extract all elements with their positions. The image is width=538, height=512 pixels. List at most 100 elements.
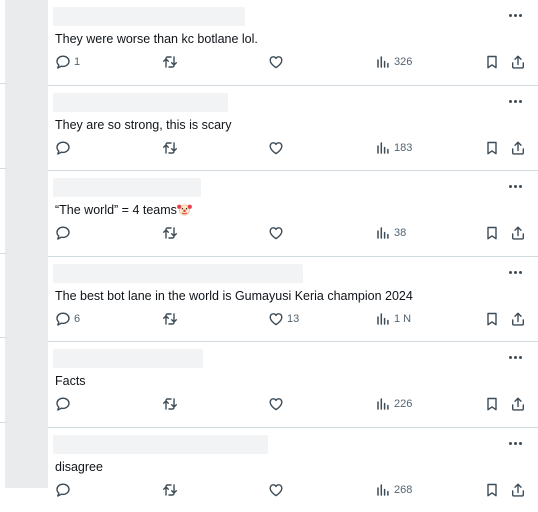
retweet-button[interactable] [162,224,181,242]
reply-icon [55,482,71,498]
left-column-strip [5,0,48,488]
share-button[interactable] [510,224,526,242]
views-button[interactable]: 183 [375,139,412,157]
left-divider [0,168,6,169]
reply-text-content: “The world” = 4 teams [55,203,177,217]
reply-item[interactable]: disagree 268 [48,428,538,512]
bookmark-icon [484,311,500,327]
retweet-icon [162,311,178,327]
reply-item[interactable]: “The world” = 4 teams 38 [48,171,538,257]
more-options-icon[interactable] [508,352,524,362]
views-button[interactable]: 1 N [375,310,411,328]
left-divider [0,83,6,84]
reply-button[interactable] [55,395,74,413]
bookmark-icon [484,396,500,412]
left-divider [0,422,6,423]
reply-item[interactable]: Facts 226 [48,342,538,428]
reply-button[interactable] [55,139,74,157]
retweet-icon [162,225,178,241]
share-icon [510,311,526,327]
share-button[interactable] [510,481,526,499]
share-button[interactable] [510,139,526,157]
views-icon [375,311,391,327]
share-icon [510,225,526,241]
like-button[interactable] [268,481,287,499]
reply-count: 6 [74,313,80,325]
retweet-button[interactable] [162,139,181,157]
reply-icon [55,54,71,70]
reply-icon [55,225,71,241]
bookmark-button[interactable] [484,395,500,413]
views-button[interactable]: 268 [375,481,412,499]
heart-icon [268,225,284,241]
bookmark-button[interactable] [484,310,500,328]
views-icon [375,482,391,498]
action-bar: 183 [55,139,530,157]
retweet-button[interactable] [162,481,181,499]
retweet-icon [162,482,178,498]
like-button[interactable] [268,139,287,157]
share-icon [510,54,526,70]
like-button[interactable] [268,224,287,242]
reply-item[interactable]: They were worse than kc botlane lol. 1 3… [48,0,538,86]
more-options-icon[interactable] [508,10,524,20]
author-info-redacted [53,7,245,26]
author-info-redacted [53,178,201,197]
reply-button[interactable]: 1 [55,53,80,71]
share-button[interactable] [510,53,526,71]
like-button[interactable]: 13 [268,310,299,328]
heart-icon [268,396,284,412]
reply-text: They were worse than kc botlane lol. [55,31,258,47]
views-icon [375,396,391,412]
like-button[interactable] [268,53,287,71]
retweet-icon [162,140,178,156]
share-icon [510,140,526,156]
views-button[interactable]: 326 [375,53,412,71]
bookmark-button[interactable] [484,224,500,242]
share-icon [510,482,526,498]
bookmark-button[interactable] [484,53,500,71]
reply-text: disagree [55,459,103,475]
share-button[interactable] [510,310,526,328]
views-button[interactable]: 38 [375,224,406,242]
reply-icon [55,311,71,327]
share-button[interactable] [510,395,526,413]
reply-text: The best bot lane in the world is Gumayu… [55,288,413,304]
view-count: 226 [394,398,412,410]
more-options-icon[interactable] [508,181,524,191]
reply-button[interactable] [55,224,74,242]
action-bar: 38 [55,224,530,242]
bookmark-icon [484,54,500,70]
views-button[interactable]: 226 [375,395,412,413]
more-options-icon[interactable] [508,267,524,277]
reply-button[interactable] [55,481,74,499]
view-count: 1 N [394,313,411,325]
heart-icon [268,311,284,327]
replies-feed: They were worse than kc botlane lol. 1 3… [48,0,538,512]
reply-item[interactable]: They are so strong, this is scary 183 [48,86,538,172]
more-options-icon[interactable] [508,96,524,106]
reply-text: They are so strong, this is scary [55,117,231,133]
clown-face-emoji [177,203,192,216]
retweet-button[interactable] [162,310,181,328]
bookmark-button[interactable] [484,481,500,499]
share-icon [510,396,526,412]
action-bar: 6 13 1 N [55,310,530,328]
retweet-button[interactable] [162,53,181,71]
author-info-redacted [53,349,203,368]
reply-item[interactable]: The best bot lane in the world is Gumayu… [48,257,538,343]
view-count: 183 [394,142,412,154]
bookmark-button[interactable] [484,139,500,157]
like-count: 13 [287,313,299,325]
more-options-icon[interactable] [508,438,524,448]
action-bar: 268 [55,481,530,499]
views-icon [375,225,391,241]
reply-button[interactable]: 6 [55,310,80,328]
view-count: 38 [394,227,406,239]
retweet-button[interactable] [162,395,181,413]
bookmark-icon [484,225,500,241]
reply-text: “The world” = 4 teams [55,202,192,218]
author-info-redacted [53,264,303,283]
like-button[interactable] [268,395,287,413]
reply-icon [55,396,71,412]
